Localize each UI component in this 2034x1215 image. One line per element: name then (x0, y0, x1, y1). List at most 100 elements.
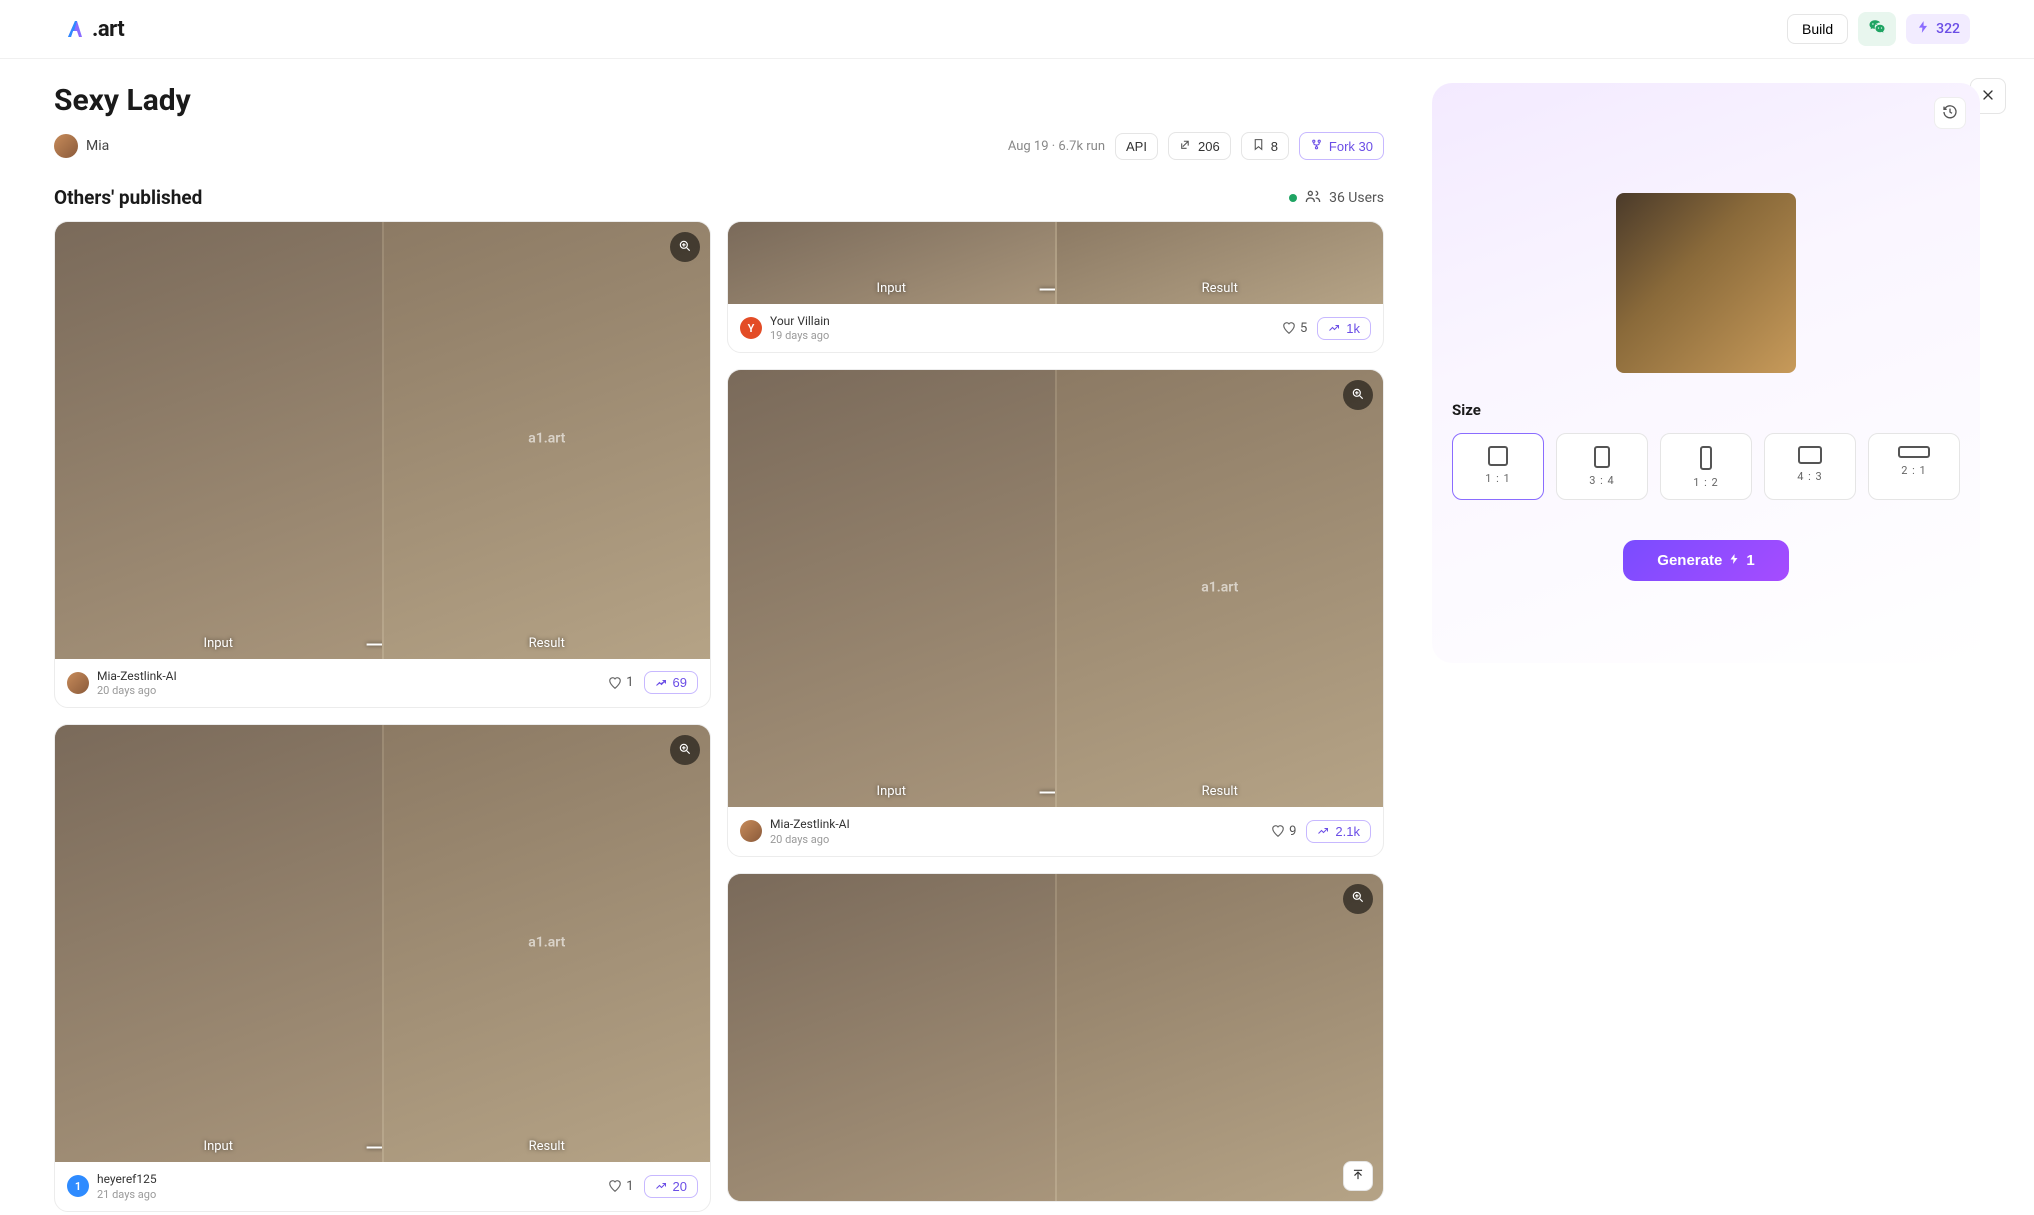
user-avatar (740, 820, 762, 842)
runs-button[interactable]: 20 (644, 1175, 698, 1198)
ratio-icon (1798, 446, 1822, 464)
like-button[interactable]: 5 (1282, 321, 1307, 336)
topbar-right: Build 322 (1787, 12, 1970, 46)
users-indicator: 36 Users (1289, 188, 1384, 208)
bookmark-button[interactable]: 8 (1241, 132, 1289, 160)
size-label: Size (1452, 401, 1960, 419)
card-user: Mia-Zestlink-AI (770, 817, 850, 833)
scroll-top-button[interactable] (1343, 1161, 1373, 1191)
history-icon (1942, 104, 1958, 123)
logo-mark-icon (64, 17, 88, 41)
bookmark-icon (1252, 138, 1265, 154)
size-option-4-3[interactable]: 4 : 3 (1764, 433, 1856, 500)
ratio-icon (1594, 446, 1610, 468)
result-label: Result (529, 636, 565, 659)
history-button[interactable] (1934, 97, 1966, 129)
size-option-2-1[interactable]: 2 : 1 (1868, 433, 1960, 500)
watermark: a1.art (1201, 579, 1238, 595)
result-label: Result (529, 1139, 565, 1162)
generate-cost: 1 (1746, 552, 1754, 569)
card-time: 19 days ago (770, 329, 830, 342)
input-label: Input (204, 1139, 233, 1162)
credits-pill[interactable]: 322 (1906, 14, 1970, 44)
meta-row: Aug 19 · 6.7k run API 206 8 Fork 30 (1008, 132, 1384, 160)
generate-button[interactable]: Generate 1 (1623, 540, 1788, 581)
user-avatar (67, 672, 89, 694)
meta-date-runs: Aug 19 · 6.7k run (1008, 139, 1105, 154)
like-button[interactable]: 9 (1271, 824, 1296, 839)
zoom-button[interactable] (1343, 884, 1373, 914)
gallery: Input ⟶ a1.artResult Mia-Zestlink-AI20 d… (54, 221, 1384, 1215)
gallery-card[interactable]: Input ⟶ Result Y Your Villain19 days ago… (727, 221, 1384, 353)
user-avatar: Y (740, 317, 762, 339)
card-user: Mia-Zestlink-AI (97, 669, 177, 685)
gallery-card-partial[interactable] (727, 873, 1384, 1203)
gallery-card[interactable]: Input ⟶ a1.artResult Mia-Zestlink-AI20 d… (54, 221, 711, 708)
input-label: Input (204, 636, 233, 659)
generate-label: Generate (1657, 552, 1722, 569)
close-icon (1980, 87, 1996, 106)
share-icon (1179, 138, 1192, 154)
ratio-label: 4 : 3 (1797, 470, 1823, 483)
build-button[interactable]: Build (1787, 14, 1848, 44)
lightning-icon (1916, 20, 1930, 38)
size-option-1-1[interactable]: 1 : 1 (1452, 433, 1544, 500)
logo-text: .art (92, 17, 124, 42)
gallery-card[interactable]: Input ⟶ a1.artResult 1 heyeref12521 days… (54, 724, 711, 1211)
runs-count: 2.1k (1335, 824, 1360, 839)
users-count: 36 Users (1329, 190, 1384, 206)
logo[interactable]: .art (64, 17, 124, 42)
author-name: Mia (86, 138, 109, 154)
result-label: Result (1202, 281, 1238, 304)
result-label: Result (1202, 784, 1238, 807)
ratio-label: 1 : 2 (1693, 476, 1719, 489)
wechat-icon (1868, 18, 1886, 40)
gallery-card[interactable]: Input ⟶ a1.artResult Mia-Zestlink-AI20 d… (727, 369, 1384, 856)
like-button[interactable]: 1 (608, 1179, 633, 1194)
card-image: Input ⟶ Result (728, 222, 1383, 304)
users-icon (1305, 188, 1321, 208)
card-time: 21 days ago (97, 1188, 157, 1201)
ratio-icon (1488, 446, 1508, 466)
card-image: Input ⟶ a1.artResult (55, 725, 710, 1162)
card-image (728, 874, 1383, 1202)
ratio-label: 1 : 1 (1485, 472, 1511, 485)
runs-button[interactable]: 2.1k (1306, 820, 1371, 843)
runs-count: 20 (673, 1179, 687, 1194)
api-button[interactable]: API (1115, 133, 1158, 160)
like-count: 1 (626, 675, 633, 690)
card-user: heyeref125 (97, 1172, 157, 1188)
user-avatar: 1 (67, 1175, 89, 1197)
author[interactable]: Mia (54, 134, 109, 158)
ratio-icon (1700, 446, 1712, 470)
lightning-icon (1728, 552, 1740, 569)
like-count: 5 (1300, 321, 1307, 336)
size-option-3-4[interactable]: 3 : 4 (1556, 433, 1648, 500)
zoom-icon (678, 741, 692, 760)
fork-button[interactable]: Fork 30 (1299, 132, 1384, 160)
runs-count: 69 (673, 675, 687, 690)
input-label: Input (877, 281, 906, 304)
zoom-button[interactable] (670, 232, 700, 262)
arrow-up-icon (1351, 1167, 1365, 1186)
credits-value: 322 (1936, 21, 1960, 37)
generate-panel: Size 1 : 1 3 : 4 1 : 2 4 : 3 2 : 1 Generate … (1432, 83, 1980, 663)
fork-icon (1310, 138, 1323, 154)
runs-button[interactable]: 69 (644, 671, 698, 694)
input-preview[interactable] (1616, 193, 1796, 373)
topbar: .art Build 322 (0, 0, 2034, 59)
card-time: 20 days ago (97, 684, 177, 697)
wechat-pill[interactable] (1858, 12, 1896, 46)
zoom-icon (1351, 386, 1365, 405)
page-title: Sexy Lady (54, 83, 1384, 118)
zoom-icon (1351, 889, 1365, 908)
share-button[interactable]: 206 (1168, 132, 1231, 160)
title-row: Sexy Lady (54, 83, 1384, 118)
watermark: a1.art (528, 431, 565, 447)
like-button[interactable]: 1 (608, 675, 633, 690)
ratio-icon (1898, 446, 1930, 458)
author-avatar (54, 134, 78, 158)
size-option-1-2[interactable]: 1 : 2 (1660, 433, 1752, 500)
runs-button[interactable]: 1k (1317, 317, 1371, 340)
card-user: Your Villain (770, 314, 830, 330)
